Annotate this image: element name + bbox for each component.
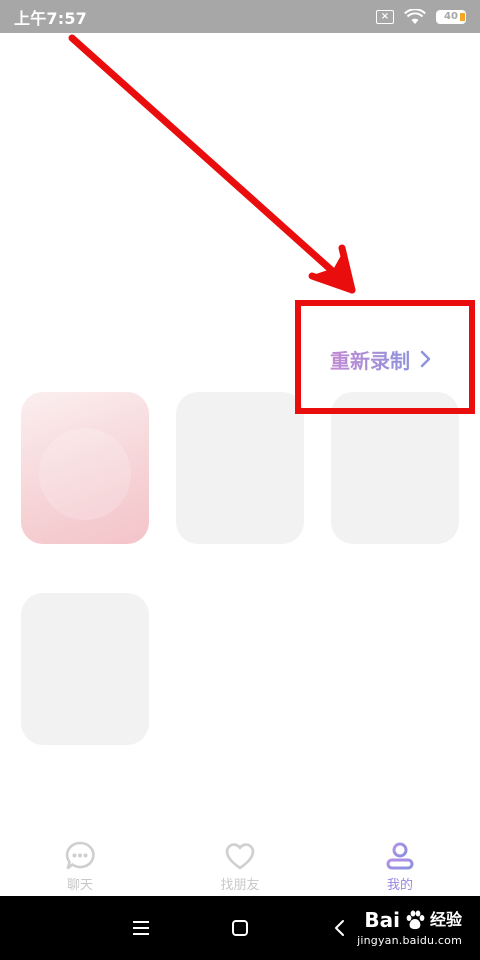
tab-me[interactable]: 我的 — [350, 841, 450, 893]
home-button[interactable] — [226, 914, 254, 942]
tab-find-friends[interactable]: 找朋友 — [190, 841, 290, 893]
photo-slot-2[interactable] — [176, 392, 304, 544]
paw-icon — [406, 910, 425, 930]
battery-level: 40 — [444, 11, 458, 22]
watermark-brand-text: Bai — [364, 908, 400, 932]
photo-slot-3[interactable] — [331, 392, 459, 544]
photo-slot-1[interactable] — [21, 392, 149, 544]
system-nav-bar: Bai 经验 jingyan.baidu.com — [0, 896, 480, 960]
status-bar: 上午7:57 × 40 — [0, 0, 480, 33]
tab-find-friends-label: 找朋友 — [220, 878, 260, 893]
chat-bubble-icon — [65, 841, 95, 870]
watermark-brand-tail: 经验 — [429, 910, 462, 929]
watermark-brand: Bai 经验 — [364, 909, 462, 931]
tab-chat[interactable]: 聊天 — [30, 841, 130, 893]
status-icons: × 40 — [376, 8, 466, 25]
home-icon — [232, 920, 248, 936]
battery-icon: 40 — [436, 9, 466, 24]
tab-me-label: 我的 — [386, 878, 413, 893]
bottom-tab-bar: 聊天 找朋友 我的 — [0, 833, 480, 896]
watermark-url: jingyan.baidu.com — [357, 934, 462, 947]
photo-slot-4[interactable] — [21, 593, 149, 745]
re-record-button[interactable]: 重新录制 — [330, 344, 432, 374]
wifi-icon — [404, 8, 426, 24]
baidu-jingyan-watermark: Bai 经验 jingyan.baidu.com — [342, 904, 462, 952]
profile-icon — [386, 842, 414, 870]
status-time: 上午7:57 — [14, 8, 87, 28]
menu-icon — [133, 921, 149, 935]
heart-icon — [225, 843, 255, 870]
sim-none-icon: × — [376, 9, 394, 24]
re-record-label: 重新录制 — [330, 345, 410, 374]
menu-button[interactable] — [127, 914, 155, 942]
tab-chat-label: 聊天 — [66, 878, 93, 893]
photo-placeholder-circle — [39, 428, 131, 520]
chevron-right-icon — [420, 350, 431, 368]
